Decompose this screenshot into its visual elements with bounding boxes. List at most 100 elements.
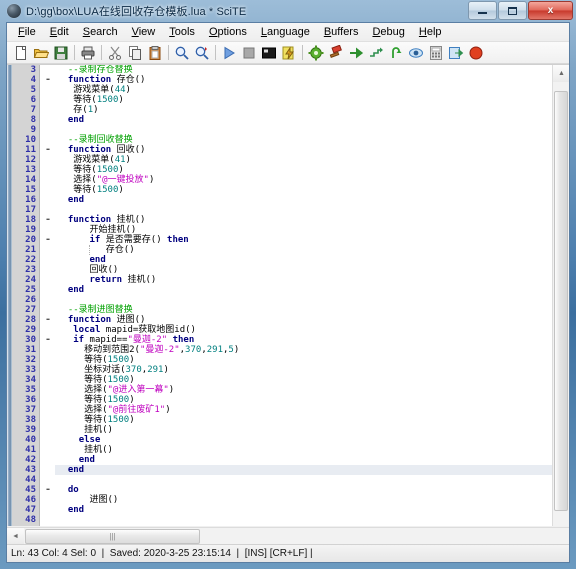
calculator-icon[interactable] xyxy=(426,43,446,63)
code-line[interactable]: else xyxy=(55,435,552,445)
code-line[interactable]: function 进图() xyxy=(55,315,552,325)
step-out-icon[interactable] xyxy=(386,43,406,63)
scroll-left-button[interactable]: ◄ xyxy=(7,528,24,544)
fold-toggle[interactable]: - xyxy=(41,75,55,85)
compile-icon[interactable] xyxy=(279,43,299,63)
code-line[interactable]: 游戏菜单(44) xyxy=(55,85,552,95)
code-line[interactable]: --录制回收替换 xyxy=(55,135,552,145)
open-file-icon[interactable] xyxy=(31,43,51,63)
code-line[interactable]: if 是否需要存() then xyxy=(55,235,552,245)
code-line[interactable]: end xyxy=(55,255,552,265)
menu-item-help[interactable]: Help xyxy=(412,24,449,41)
code-line[interactable]: 坐标对话(370,291) xyxy=(55,365,552,375)
code-text-area[interactable]: --录制存仓替换 function 存仓() 游戏菜单(44) 等待(1500)… xyxy=(55,65,552,526)
menu-item-options[interactable]: Options xyxy=(202,24,254,41)
vertical-scroll-thumb[interactable] xyxy=(554,91,568,511)
fold-empty xyxy=(41,435,55,445)
editor-area[interactable]: 3 4 5 6 7 8 9 10 11 12 13 14 15 16 17 18 19 20 21 22 23 24 25 2… xyxy=(7,64,569,526)
new-file-icon[interactable] xyxy=(11,43,31,63)
fold-toggle[interactable]: - xyxy=(41,145,55,155)
code-line[interactable] xyxy=(55,125,552,135)
code-line[interactable]: 游戏菜单(41) xyxy=(55,155,552,165)
fold-toggle[interactable]: - xyxy=(41,485,55,495)
print-icon[interactable] xyxy=(78,43,98,63)
code-line[interactable]: 选择("@进入第一幕") xyxy=(55,385,552,395)
code-line[interactable] xyxy=(55,295,552,305)
run-icon[interactable] xyxy=(219,43,239,63)
code-line[interactable]: do xyxy=(55,485,552,495)
watch-icon[interactable] xyxy=(406,43,426,63)
code-line[interactable]: 存(1) xyxy=(55,105,552,115)
build-red-icon[interactable] xyxy=(326,43,346,63)
code-line[interactable]: 等待(1500) xyxy=(55,395,552,405)
copy-icon[interactable] xyxy=(125,43,145,63)
export-icon[interactable] xyxy=(446,43,466,63)
code-line[interactable] xyxy=(55,515,552,525)
code-line[interactable]: --录制存仓替换 xyxy=(55,65,552,75)
code-line[interactable]: return 挂机() xyxy=(55,275,552,285)
code-line[interactable]: 挂机() xyxy=(55,425,552,435)
fold-empty xyxy=(41,85,55,95)
fold-toggle[interactable]: - xyxy=(41,235,55,245)
vertical-scrollbar[interactable]: ▲ xyxy=(552,65,569,526)
code-line[interactable]: function 挂机() xyxy=(55,215,552,225)
menu-item-tools[interactable]: Tools xyxy=(162,24,202,41)
minimize-button[interactable] xyxy=(468,1,497,20)
code-line[interactable]: end xyxy=(55,505,552,515)
code-line[interactable]: 开始挂机() xyxy=(55,225,552,235)
menu-item-file[interactable]: File xyxy=(11,24,43,41)
code-line[interactable]: 进图() xyxy=(55,495,552,505)
stop-icon[interactable] xyxy=(239,43,259,63)
maximize-button[interactable] xyxy=(498,1,527,20)
code-line[interactable]: end xyxy=(55,285,552,295)
code-line[interactable]: 等待(1500) xyxy=(55,165,552,175)
console-icon[interactable] xyxy=(259,43,279,63)
code-line[interactable]: 等待(1500) xyxy=(55,375,552,385)
paste-icon[interactable] xyxy=(145,43,165,63)
code-line[interactable]: 移动到范围2("曼迦-2",370,291,5) xyxy=(55,345,552,355)
cut-icon[interactable] xyxy=(105,43,125,63)
code-line[interactable]: 选择("@一键投放") xyxy=(55,175,552,185)
code-line[interactable]: end xyxy=(55,115,552,125)
menu-item-search[interactable]: Search xyxy=(76,24,125,41)
menu-item-edit[interactable]: Edit xyxy=(43,24,76,41)
code-line[interactable]: function 回收() xyxy=(55,145,552,155)
fold-toggle[interactable]: - xyxy=(41,335,55,345)
gear-green-icon[interactable] xyxy=(306,43,326,63)
code-line[interactable]: 存仓() xyxy=(55,245,552,255)
scroll-up-button[interactable]: ▲ xyxy=(553,65,569,82)
record-stop-icon[interactable] xyxy=(466,43,486,63)
code-line[interactable]: 等待(1500) xyxy=(55,415,552,425)
goto-icon[interactable] xyxy=(346,43,366,63)
code-line[interactable] xyxy=(55,475,552,485)
step-icon[interactable] xyxy=(366,43,386,63)
line-number: 21 xyxy=(25,245,36,255)
horizontal-scrollbar[interactable]: ◄ ||| xyxy=(7,527,569,544)
menu-item-debug[interactable]: Debug xyxy=(365,24,411,41)
fold-toggle[interactable]: - xyxy=(41,315,55,325)
code-line[interactable]: end xyxy=(55,455,552,465)
code-line[interactable]: local mapid=获取地图id() xyxy=(55,325,552,335)
code-line[interactable]: 等待(1500) xyxy=(55,185,552,195)
code-line[interactable]: 挂机() xyxy=(55,445,552,455)
code-line[interactable]: end xyxy=(55,195,552,205)
fold-margin[interactable]: - - - - - - - xyxy=(41,65,55,526)
find-icon[interactable] xyxy=(172,43,192,63)
code-line[interactable]: end xyxy=(55,465,552,475)
code-line[interactable]: --录制进图替换 xyxy=(55,305,552,315)
save-file-icon[interactable] xyxy=(51,43,71,63)
code-line[interactable] xyxy=(55,205,552,215)
code-line[interactable]: 等待(1500) xyxy=(55,95,552,105)
menu-item-view[interactable]: View xyxy=(125,24,163,41)
code-line[interactable]: 回收() xyxy=(55,265,552,275)
menu-item-buffers[interactable]: Buffers xyxy=(317,24,366,41)
replace-icon[interactable] xyxy=(192,43,212,63)
menu-item-language[interactable]: Language xyxy=(254,24,317,41)
close-button[interactable]: x xyxy=(528,1,573,20)
code-line[interactable]: 选择("@前往废矿1") xyxy=(55,405,552,415)
code-line[interactable]: if mapid=="曼迦-2" then xyxy=(55,335,552,345)
horizontal-scroll-thumb[interactable]: ||| xyxy=(25,528,200,544)
code-line[interactable]: function 存仓() xyxy=(55,75,552,85)
fold-toggle[interactable]: - xyxy=(41,215,55,225)
code-line[interactable]: 等待(1500) xyxy=(55,355,552,365)
